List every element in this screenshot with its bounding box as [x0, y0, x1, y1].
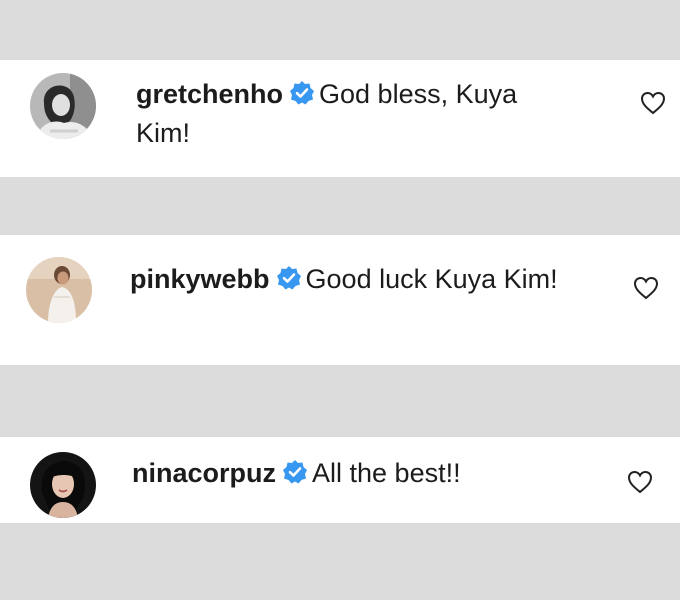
avatar[interactable] — [26, 257, 92, 323]
comment-text: pinkywebb Good luck Kuya Kim! — [130, 261, 570, 300]
comment-username[interactable]: ninacorpuz — [132, 458, 276, 488]
verified-badge-icon — [289, 79, 315, 115]
comment-username[interactable]: pinkywebb — [130, 264, 270, 294]
comment-card: ninacorpuz All the best!! — [0, 437, 680, 523]
comment-text: ninacorpuz All the best!! — [132, 455, 572, 494]
comment-body: All the best!! — [312, 458, 461, 488]
comment-username[interactable]: gretchenho — [136, 79, 283, 109]
verified-badge-icon — [282, 458, 308, 494]
heart-outline-icon[interactable] — [627, 470, 653, 499]
avatar[interactable] — [30, 73, 96, 139]
comment-card: gretchenho God bless, Kuya Kim! — [0, 60, 680, 177]
comment-text: gretchenho God bless, Kuya Kim! — [136, 76, 576, 151]
verified-badge-icon — [276, 264, 302, 300]
comment-card: pinkywebb Good luck Kuya Kim! — [0, 235, 680, 365]
heart-outline-icon[interactable] — [640, 91, 666, 120]
comment-meta-cutoff — [132, 517, 392, 523]
avatar[interactable] — [30, 452, 96, 518]
heart-outline-icon[interactable] — [633, 276, 659, 305]
comment-body: Good luck Kuya Kim! — [305, 264, 558, 294]
